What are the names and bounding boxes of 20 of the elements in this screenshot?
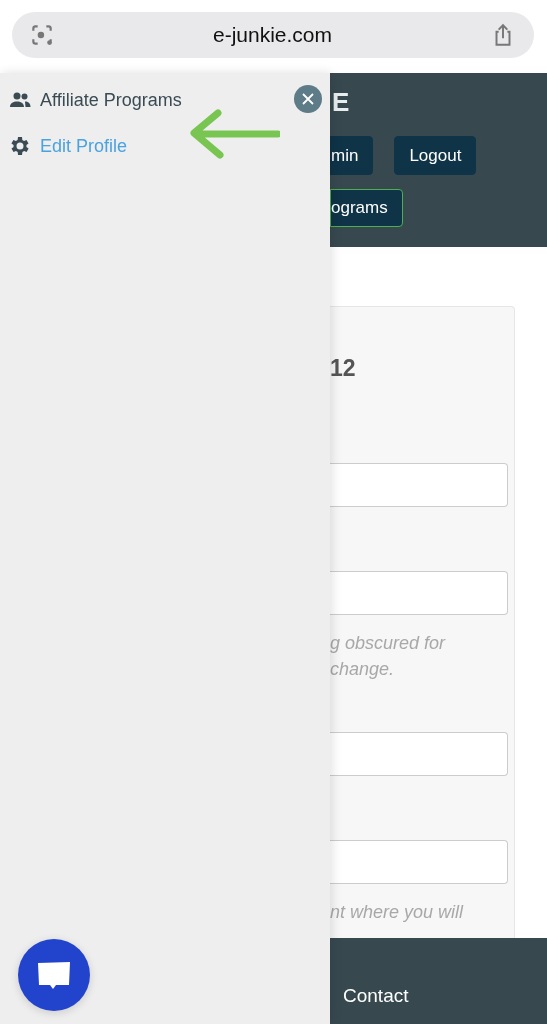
nav-button[interactable]: ograms [330,189,403,227]
logo-text: E [332,87,350,117]
form-heading: 12 [330,354,357,383]
menu-item[interactable]: Affiliate Programs [0,77,330,123]
input-field[interactable] [330,732,508,776]
close-icon [302,93,314,105]
input-field[interactable] [330,571,508,615]
hint-text: g obscured for change. [330,632,447,681]
input-field[interactable] [330,840,508,884]
nav-button[interactable]: Logout [394,136,477,175]
chat-button[interactable] [18,939,90,1011]
hint-text: nt where you will [330,901,465,924]
footer-link[interactable]: Contact [343,985,409,1007]
address-bar[interactable]: e-junkie.com [12,12,534,58]
input-field[interactable] [330,463,508,507]
nav-button[interactable]: min [330,136,374,175]
camera-search-icon[interactable] [29,22,55,48]
chat-icon [36,960,72,990]
url-text: e-junkie.com [212,23,333,47]
close-button[interactable] [294,85,322,113]
